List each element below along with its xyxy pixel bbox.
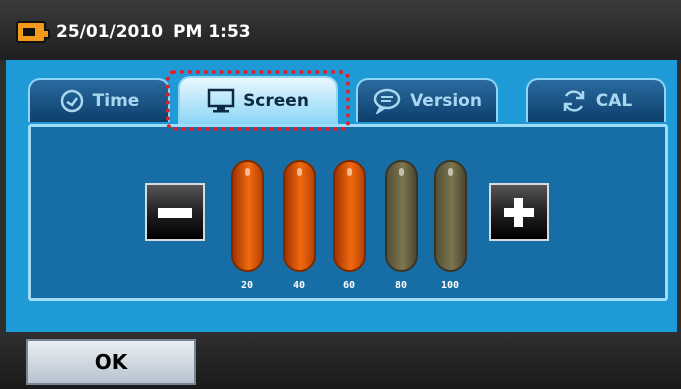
tab-cal-label: CAL [595, 91, 633, 111]
brightness-level-label: 20 [240, 280, 254, 291]
status-area: 25/01/2010 PM 1:53 [16, 19, 251, 45]
refresh-icon [563, 90, 585, 112]
brightness-level-80[interactable] [385, 160, 418, 272]
brightness-level-40[interactable] [283, 160, 316, 272]
selection-highlight [166, 70, 350, 131]
tab-time-label: Time [92, 91, 140, 111]
tab-version[interactable]: Version [356, 78, 498, 122]
clock-icon [60, 89, 83, 113]
brightness-level-100[interactable] [434, 160, 467, 272]
speech-bubble-icon [373, 88, 401, 114]
ok-button-label: OK [94, 350, 128, 374]
battery-icon [16, 21, 50, 43]
tab-version-label: Version [410, 91, 482, 111]
time-text: PM 1:53 [173, 22, 251, 42]
decrease-brightness-button[interactable] [145, 183, 205, 241]
date-text: 25/01/2010 [56, 22, 164, 42]
brightness-level-label: 80 [394, 280, 408, 291]
brightness-level-label: 60 [342, 280, 356, 291]
tab-cal[interactable]: CAL [526, 78, 666, 122]
brightness-level-20[interactable] [231, 160, 264, 272]
minus-icon [158, 208, 192, 218]
brightness-level-label: 40 [292, 280, 306, 291]
brightness-level-label: 100 [440, 280, 460, 291]
ok-button[interactable]: OK [26, 339, 196, 385]
tab-time[interactable]: Time [28, 78, 170, 122]
brightness-level-60[interactable] [333, 160, 366, 272]
increase-brightness-button[interactable] [489, 183, 549, 241]
